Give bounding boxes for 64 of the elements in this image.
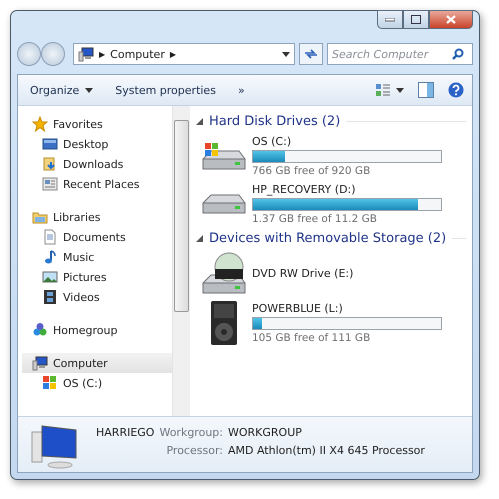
- toolbar-button[interactable]: System properties: [111, 82, 220, 98]
- hard-drive-icon: [202, 142, 246, 170]
- navigation-item[interactable]: Downloads: [40, 154, 172, 174]
- search-icon[interactable]: [452, 48, 464, 60]
- navigation-item[interactable]: Computer: [22, 353, 172, 373]
- drive-name[interactable]: HP_RECOVERY (D:): [252, 183, 442, 196]
- minimize-button[interactable]: [377, 10, 403, 29]
- navigation-item[interactable]: Homegroup: [30, 320, 172, 340]
- circles-icon: [32, 322, 48, 338]
- scrollbar[interactable]: [172, 106, 190, 416]
- view-options-icon[interactable]: [376, 83, 404, 97]
- window-icon: [42, 176, 58, 192]
- refresh-button[interactable]: [299, 43, 323, 65]
- help-icon[interactable]: [448, 82, 464, 98]
- navigation-item[interactable]: Libraries: [30, 207, 172, 227]
- computer-name: HARRIEGO: [96, 426, 154, 439]
- music-note-icon: [42, 249, 58, 265]
- drive-name[interactable]: OS (C:): [252, 135, 442, 148]
- close-icon: [446, 15, 456, 24]
- dropdown-icon[interactable]: [282, 52, 290, 56]
- maximize-icon: [411, 15, 421, 24]
- property-label: Processor:: [165, 444, 223, 457]
- refresh-icon: [304, 48, 318, 60]
- desktop-icon: [42, 136, 58, 152]
- preview-pane-icon[interactable]: [418, 82, 434, 98]
- navigation-item[interactable]: Pictures: [40, 267, 172, 287]
- navigation-item[interactable]: Recent Places: [40, 174, 172, 194]
- document-icon: [42, 229, 58, 245]
- free-space-text: 766 GB free of 920 GB: [252, 165, 372, 177]
- maximize-button[interactable]: [403, 10, 429, 29]
- drive-name[interactable]: POWERBLUE (L:): [252, 302, 442, 315]
- property-value: AMD Athlon(tm) II X4 645 Processor: [228, 444, 425, 457]
- breadcrumb-arrow[interactable]: ▶: [99, 50, 106, 58]
- address-bar[interactable]: ▶ Computer ▶: [73, 43, 295, 65]
- navigation-item[interactable]: OS (C:): [40, 373, 172, 393]
- navigation-item[interactable]: Favorites: [30, 114, 172, 134]
- more-button[interactable]: »: [234, 82, 249, 98]
- navigation-item[interactable]: Documents: [40, 227, 172, 247]
- free-space-text: 1.37 GB free of 11.2 GB: [252, 213, 378, 225]
- minimize-icon: [385, 18, 395, 22]
- toolbar-button[interactable]: Organize: [26, 82, 98, 98]
- windows-logo-icon: [42, 375, 58, 391]
- search-field[interactable]: Search Computer: [327, 43, 473, 65]
- computer-icon: [78, 46, 94, 62]
- drive-name[interactable]: DVD RW Drive (E:): [252, 266, 354, 280]
- property-value: WORKGROUP: [228, 426, 303, 439]
- free-space-text: 105 GB free of 111 GB: [252, 332, 372, 344]
- navigation-item[interactable]: Desktop: [40, 134, 172, 154]
- film-icon: [42, 289, 58, 305]
- navigation-item[interactable]: Music: [40, 247, 172, 267]
- computer-icon: [32, 355, 48, 371]
- dvd-drive-icon: [202, 252, 246, 294]
- hard-drive-icon: [202, 194, 246, 214]
- property-label: Workgroup:: [159, 426, 223, 439]
- close-button[interactable]: [429, 10, 473, 29]
- navigation-item[interactable]: Videos: [40, 287, 172, 307]
- breadcrumb[interactable]: Computer: [110, 48, 165, 60]
- breadcrumb-arrow[interactable]: ▶: [170, 50, 176, 58]
- collapse-icon[interactable]: [196, 235, 203, 242]
- picture-icon: [42, 269, 58, 285]
- group-heading: Devices with Removable Storage (2): [209, 231, 446, 246]
- collapse-icon[interactable]: [196, 118, 203, 125]
- group-heading: Hard Disk Drives (2): [209, 114, 340, 129]
- star-icon: [32, 116, 48, 132]
